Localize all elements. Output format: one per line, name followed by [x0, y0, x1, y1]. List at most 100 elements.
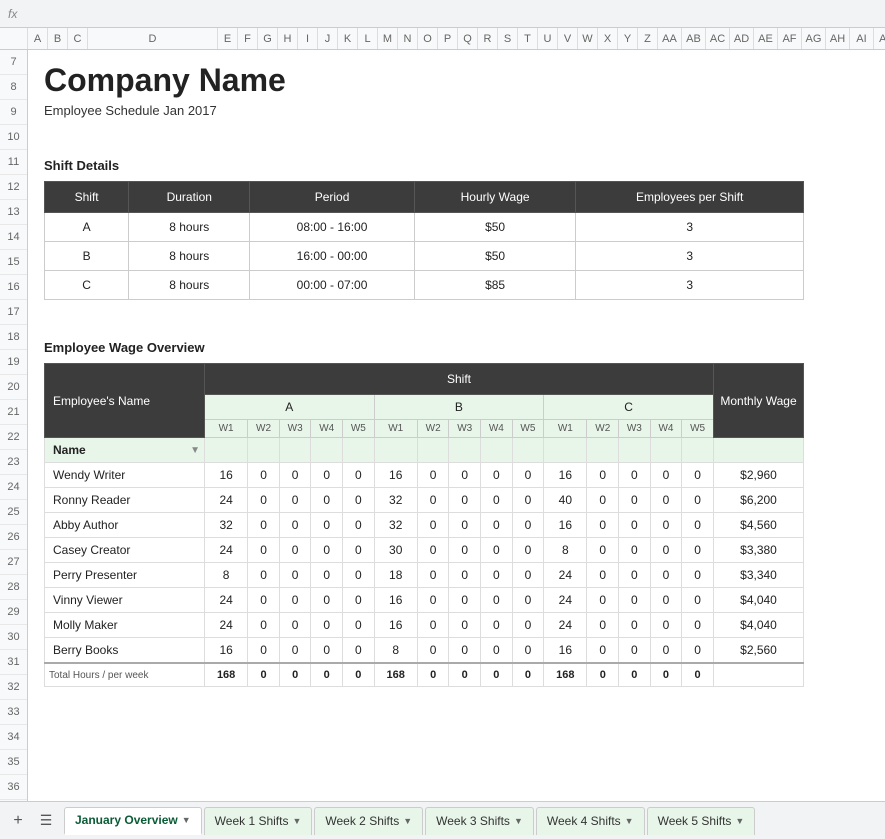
totals-week-cell: 0: [587, 663, 619, 687]
duration-cell: 8 hours: [129, 271, 250, 300]
col-l[interactable]: L: [358, 28, 378, 49]
employee-name-cell: Casey Creator: [45, 538, 205, 563]
employee-week-cell: 0: [650, 588, 682, 613]
employee-week-cell: 0: [248, 638, 280, 664]
employee-week-cell: 0: [343, 538, 375, 563]
name-row-week-cell-4: [343, 438, 375, 463]
col-k[interactable]: K: [338, 28, 358, 49]
employee-row: Wendy Writer160000160000160000$2,960: [45, 463, 804, 488]
col-w[interactable]: W: [578, 28, 598, 49]
tab-dropdown-arrow[interactable]: ▼: [514, 816, 523, 826]
col-x[interactable]: X: [598, 28, 618, 49]
col-j[interactable]: J: [318, 28, 338, 49]
col-m[interactable]: M: [378, 28, 398, 49]
col-o[interactable]: O: [418, 28, 438, 49]
monthly-wage-cell: $4,040: [714, 613, 804, 638]
employee-week-cell: 32: [205, 513, 248, 538]
col-p[interactable]: P: [438, 28, 458, 49]
employee-week-cell: 0: [682, 463, 714, 488]
tab-dropdown-arrow[interactable]: ▼: [625, 816, 634, 826]
sheet-tab[interactable]: Week 5 Shifts▼: [647, 807, 756, 835]
col-g[interactable]: G: [258, 28, 278, 49]
add-sheet-button[interactable]: +: [4, 807, 32, 835]
employee-row: Berry Books16000080000160000$2,560: [45, 638, 804, 664]
employee-week-cell: 0: [248, 488, 280, 513]
employee-week-cell: 0: [587, 538, 619, 563]
sheet-tab[interactable]: Week 4 Shifts▼: [536, 807, 645, 835]
col-e[interactable]: E: [218, 28, 238, 49]
col-ag[interactable]: AG: [802, 28, 826, 49]
employee-week-cell: 0: [343, 613, 375, 638]
bottom-tab-bar: + ☰ January Overview▼Week 1 Shifts▼Week …: [0, 801, 885, 839]
week-label-cell: W1: [544, 420, 587, 438]
col-u[interactable]: U: [538, 28, 558, 49]
col-a[interactable]: A: [28, 28, 48, 49]
col-v[interactable]: V: [558, 28, 578, 49]
employee-week-cell: 0: [587, 563, 619, 588]
employee-week-cell: 0: [481, 463, 513, 488]
employee-week-cell: 0: [449, 463, 481, 488]
employee-name-cell: Vinny Viewer: [45, 588, 205, 613]
employee-week-cell: 0: [512, 538, 544, 563]
duration-col-header: Duration: [129, 182, 250, 213]
sheet-tab[interactable]: Week 1 Shifts▼: [204, 807, 313, 835]
col-s[interactable]: S: [498, 28, 518, 49]
col-h[interactable]: H: [278, 28, 298, 49]
week-label-cell: W4: [481, 420, 513, 438]
totals-row: Total Hours / per week168000016800001680…: [45, 663, 804, 687]
col-af[interactable]: AF: [778, 28, 802, 49]
employee-week-cell: 16: [374, 588, 417, 613]
employee-week-cell: 0: [417, 463, 449, 488]
sheet-menu-button[interactable]: ☰: [34, 807, 58, 835]
employee-week-cell: 18: [374, 563, 417, 588]
col-ai[interactable]: AI: [850, 28, 874, 49]
employee-name-cell: Berry Books: [45, 638, 205, 664]
employee-week-cell: 0: [248, 463, 280, 488]
filter-icon[interactable]: ▼: [190, 445, 200, 456]
col-ac[interactable]: AC: [706, 28, 730, 49]
col-r[interactable]: R: [478, 28, 498, 49]
wage-overview-title: Employee Wage Overview: [44, 340, 869, 355]
col-c[interactable]: C: [68, 28, 88, 49]
sheet-tab[interactable]: Week 2 Shifts▼: [314, 807, 423, 835]
tab-dropdown-arrow[interactable]: ▼: [182, 815, 191, 825]
col-ae[interactable]: AE: [754, 28, 778, 49]
shift-cell: A: [45, 213, 129, 242]
col-ab[interactable]: AB: [682, 28, 706, 49]
tab-dropdown-arrow[interactable]: ▼: [403, 816, 412, 826]
col-aa[interactable]: AA: [658, 28, 682, 49]
employee-week-cell: 0: [512, 588, 544, 613]
col-t[interactable]: T: [518, 28, 538, 49]
tab-dropdown-arrow[interactable]: ▼: [292, 816, 301, 826]
employee-name-cell: Molly Maker: [45, 613, 205, 638]
sheet-tab[interactable]: Week 3 Shifts▼: [425, 807, 534, 835]
employee-row: Vinny Viewer240000160000240000$4,040: [45, 588, 804, 613]
tab-dropdown-arrow[interactable]: ▼: [735, 816, 744, 826]
col-q[interactable]: Q: [458, 28, 478, 49]
employee-week-cell: 0: [481, 538, 513, 563]
col-i[interactable]: I: [298, 28, 318, 49]
employee-week-cell: 0: [279, 563, 311, 588]
col-y[interactable]: Y: [618, 28, 638, 49]
col-aj[interactable]: AJ: [874, 28, 885, 49]
sheet-content[interactable]: Company Name Employee Schedule Jan 2017 …: [28, 50, 885, 801]
employee-week-cell: 0: [417, 638, 449, 664]
monthly-wage-cell: $2,960: [714, 463, 804, 488]
col-z[interactable]: Z: [638, 28, 658, 49]
corner-cell: [0, 28, 28, 49]
col-f[interactable]: F: [238, 28, 258, 49]
employee-week-cell: 0: [587, 513, 619, 538]
col-ad[interactable]: AD: [730, 28, 754, 49]
col-d[interactable]: D: [88, 28, 218, 49]
employee-week-cell: 0: [311, 463, 343, 488]
col-n[interactable]: N: [398, 28, 418, 49]
employee-week-cell: 24: [205, 613, 248, 638]
formula-bar: fx: [0, 0, 885, 28]
col-ah[interactable]: AH: [826, 28, 850, 49]
col-b[interactable]: B: [48, 28, 68, 49]
week-label-cell: W2: [417, 420, 449, 438]
sheet-tab[interactable]: January Overview▼: [64, 807, 202, 835]
shift-table-row: A 8 hours 08:00 - 16:00 $50 3: [45, 213, 804, 242]
employee-week-cell: 0: [417, 513, 449, 538]
shift-a-subheader: A: [205, 395, 375, 420]
